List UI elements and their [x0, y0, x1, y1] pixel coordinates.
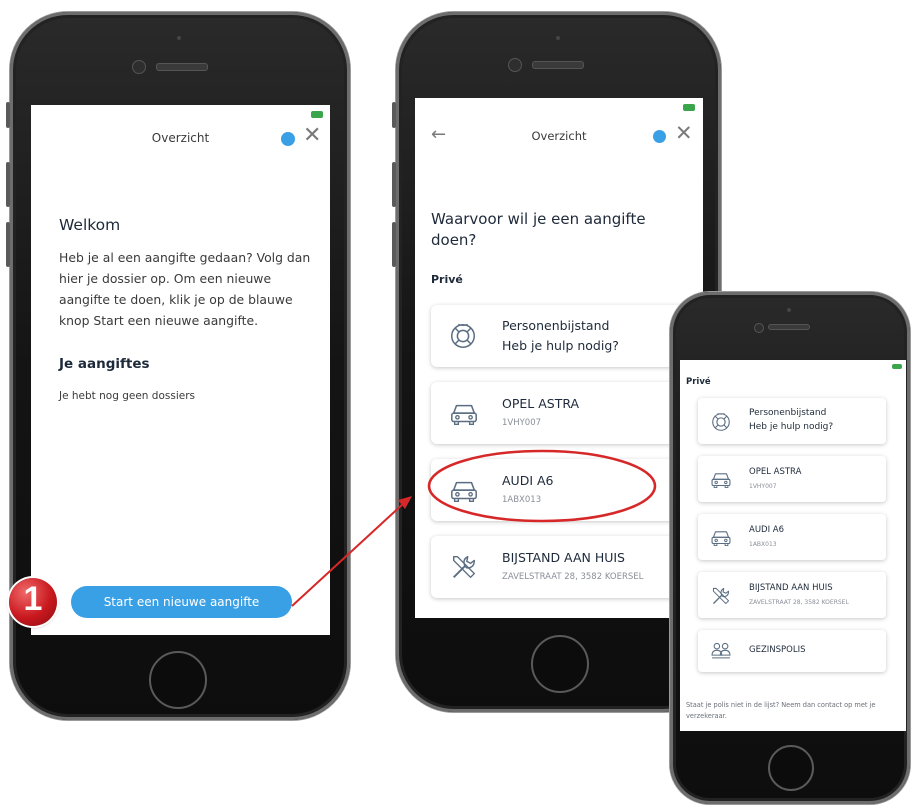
family-icon	[710, 640, 732, 662]
status-indicator-icon	[892, 364, 902, 369]
phone-3: Privé Personenbijstand Heb je hulp nodig…	[670, 292, 910, 804]
sensor-dot	[787, 308, 791, 312]
section-label: Privé	[686, 377, 711, 387]
item-subtitle: 1ABX013	[749, 541, 777, 548]
claim-item-gezinspolis[interactable]: GEZINSPOLIS	[698, 630, 886, 672]
item-subtitle: ZAVELSTRAAT 28, 3582 KOERSEL	[749, 599, 849, 606]
home-button[interactable]	[768, 745, 814, 791]
item-title: AUDI A6	[749, 525, 785, 535]
item-subtitle: 1VHY007	[749, 483, 777, 490]
claim-item-audi-a6[interactable]: AUDI A6 1ABX013	[698, 514, 886, 560]
item-title: OPEL ASTRA	[749, 467, 802, 477]
claim-item-personenbijstand[interactable]: Personenbijstand Heb je hulp nodig?	[698, 398, 886, 444]
annotation-arrow	[291, 502, 405, 607]
car-icon	[710, 469, 732, 491]
front-camera	[754, 323, 764, 333]
tools-icon	[710, 585, 732, 607]
highlight-ellipse	[427, 449, 657, 523]
item-subtitle: Heb je hulp nodig?	[749, 422, 834, 432]
item-title: Personenbijstand	[749, 408, 827, 418]
claim-item-opel-astra[interactable]: OPEL ASTRA 1VHY007	[698, 456, 886, 502]
phone-3-screen: Privé Personenbijstand Heb je hulp nodig…	[680, 360, 906, 731]
car-icon	[710, 527, 732, 549]
lifebuoy-icon	[710, 411, 732, 433]
footer-text: Staat je polis niet in de lijst? Neem da…	[686, 701, 876, 720]
speaker-grille	[768, 324, 810, 330]
claim-item-bijstand-aan-huis[interactable]: BIJSTAND AAN HUIS ZAVELSTRAAT 28, 3582 K…	[698, 572, 886, 618]
item-title: GEZINSPOLIS	[749, 645, 806, 655]
item-title: BIJSTAND AAN HUIS	[749, 583, 833, 593]
